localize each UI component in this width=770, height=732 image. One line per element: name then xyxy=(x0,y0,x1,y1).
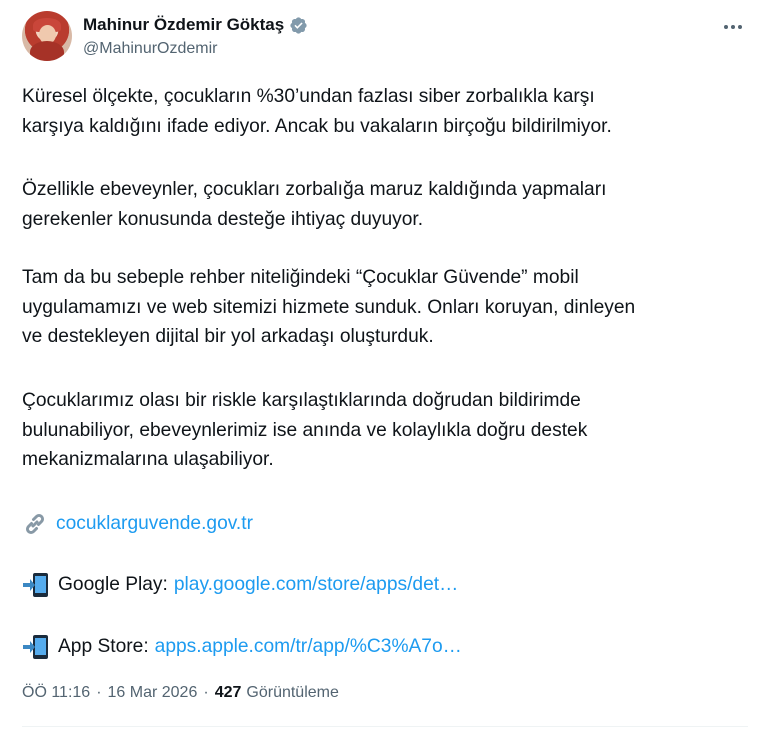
tweet-time[interactable]: ÖÖ 11:16 xyxy=(22,684,90,702)
text-line: bulunabiliyor, ebeveynlerimiz ise anında… xyxy=(22,419,588,441)
tweet-paragraph: Küresel ölçekte, çocukların %30’undan fa… xyxy=(22,82,742,141)
tweet-paragraph: Çocuklarımız olası bir riskle karşılaştı… xyxy=(22,386,742,475)
website-link-row: cocuklarguvende.gov.tr xyxy=(22,509,742,539)
meta-separator: · xyxy=(96,684,102,701)
views-label: Görüntüleme xyxy=(246,684,339,701)
avatar-scarf xyxy=(30,41,64,61)
tweet-paragraph: Tam da bu sebeple rehber niteliğindeki “… xyxy=(22,263,742,352)
google-play-label: Google Play: xyxy=(58,574,168,595)
tweet-header: Mahinur Özdemir Göktaş @MahinurOzdemir xyxy=(22,11,748,63)
text-line: Tam da bu sebeple rehber niteliğindeki “… xyxy=(22,267,579,288)
text-line: gerekenler konusunda desteğe ihtiyaç duy… xyxy=(22,208,424,230)
google-play-link[interactable]: play.google.com/store/apps/det… xyxy=(174,574,458,596)
app-store-row: App Store: apps.apple.com/tr/app/%C3%A7o… xyxy=(22,632,742,662)
link-chain-icon xyxy=(25,513,45,535)
app-store-label: App Store: xyxy=(58,636,149,657)
text-line: karşıya kaldığını ifade ediyor. Ancak bu… xyxy=(22,115,612,137)
text-line: Çocuklarımız olası bir riskle karşılaştı… xyxy=(22,390,581,411)
tweet-paragraph: Özellikle ebeveynler, çocukları zorbalığ… xyxy=(22,175,742,234)
tweet-card: Mahinur Özdemir Göktaş @MahinurOzdemir K… xyxy=(0,0,770,732)
text-line: Özellikle ebeveynler, çocukları zorbalığ… xyxy=(22,179,607,200)
avatar[interactable] xyxy=(22,11,72,61)
app-store-link[interactable]: apps.apple.com/tr/app/%C3%A7o… xyxy=(155,636,462,658)
text-line: ve destekleyen dijital bir yol arkadaşı … xyxy=(22,326,434,348)
google-play-row: Google Play: play.google.com/store/apps/… xyxy=(22,570,742,600)
meta-separator: · xyxy=(203,684,209,701)
views-count: 427 xyxy=(214,684,242,701)
text-line: mekanizmalarına ulaşabiliyor. xyxy=(22,449,274,471)
author-handle[interactable]: @MahinurOzdemir xyxy=(83,40,218,58)
mobile-arrow-icon xyxy=(23,573,48,597)
author-name-row[interactable]: Mahinur Özdemir Göktaş xyxy=(83,13,308,37)
more-dot xyxy=(724,25,728,29)
text-line: Küresel ölçekte, çocukların %30’undan fa… xyxy=(22,86,595,107)
author-display-name[interactable]: Mahinur Özdemir Göktaş xyxy=(83,15,284,35)
more-dots-icon[interactable] xyxy=(718,15,748,39)
verified-badge-icon xyxy=(290,16,307,34)
text-line: uygulamamızı ve web sitemizi hizmete sun… xyxy=(22,296,636,318)
website-link[interactable]: cocuklarguvende.gov.tr xyxy=(56,513,253,535)
mobile-arrow-icon xyxy=(23,635,48,659)
tweet-date[interactable]: 16 Mar 2026 xyxy=(108,684,198,702)
more-dot xyxy=(731,25,735,29)
tweet-meta: ÖÖ 11:16 · 16 Mar 2026 · 427 Görüntüleme xyxy=(22,681,339,705)
divider xyxy=(22,726,748,727)
more-dot xyxy=(738,25,742,29)
